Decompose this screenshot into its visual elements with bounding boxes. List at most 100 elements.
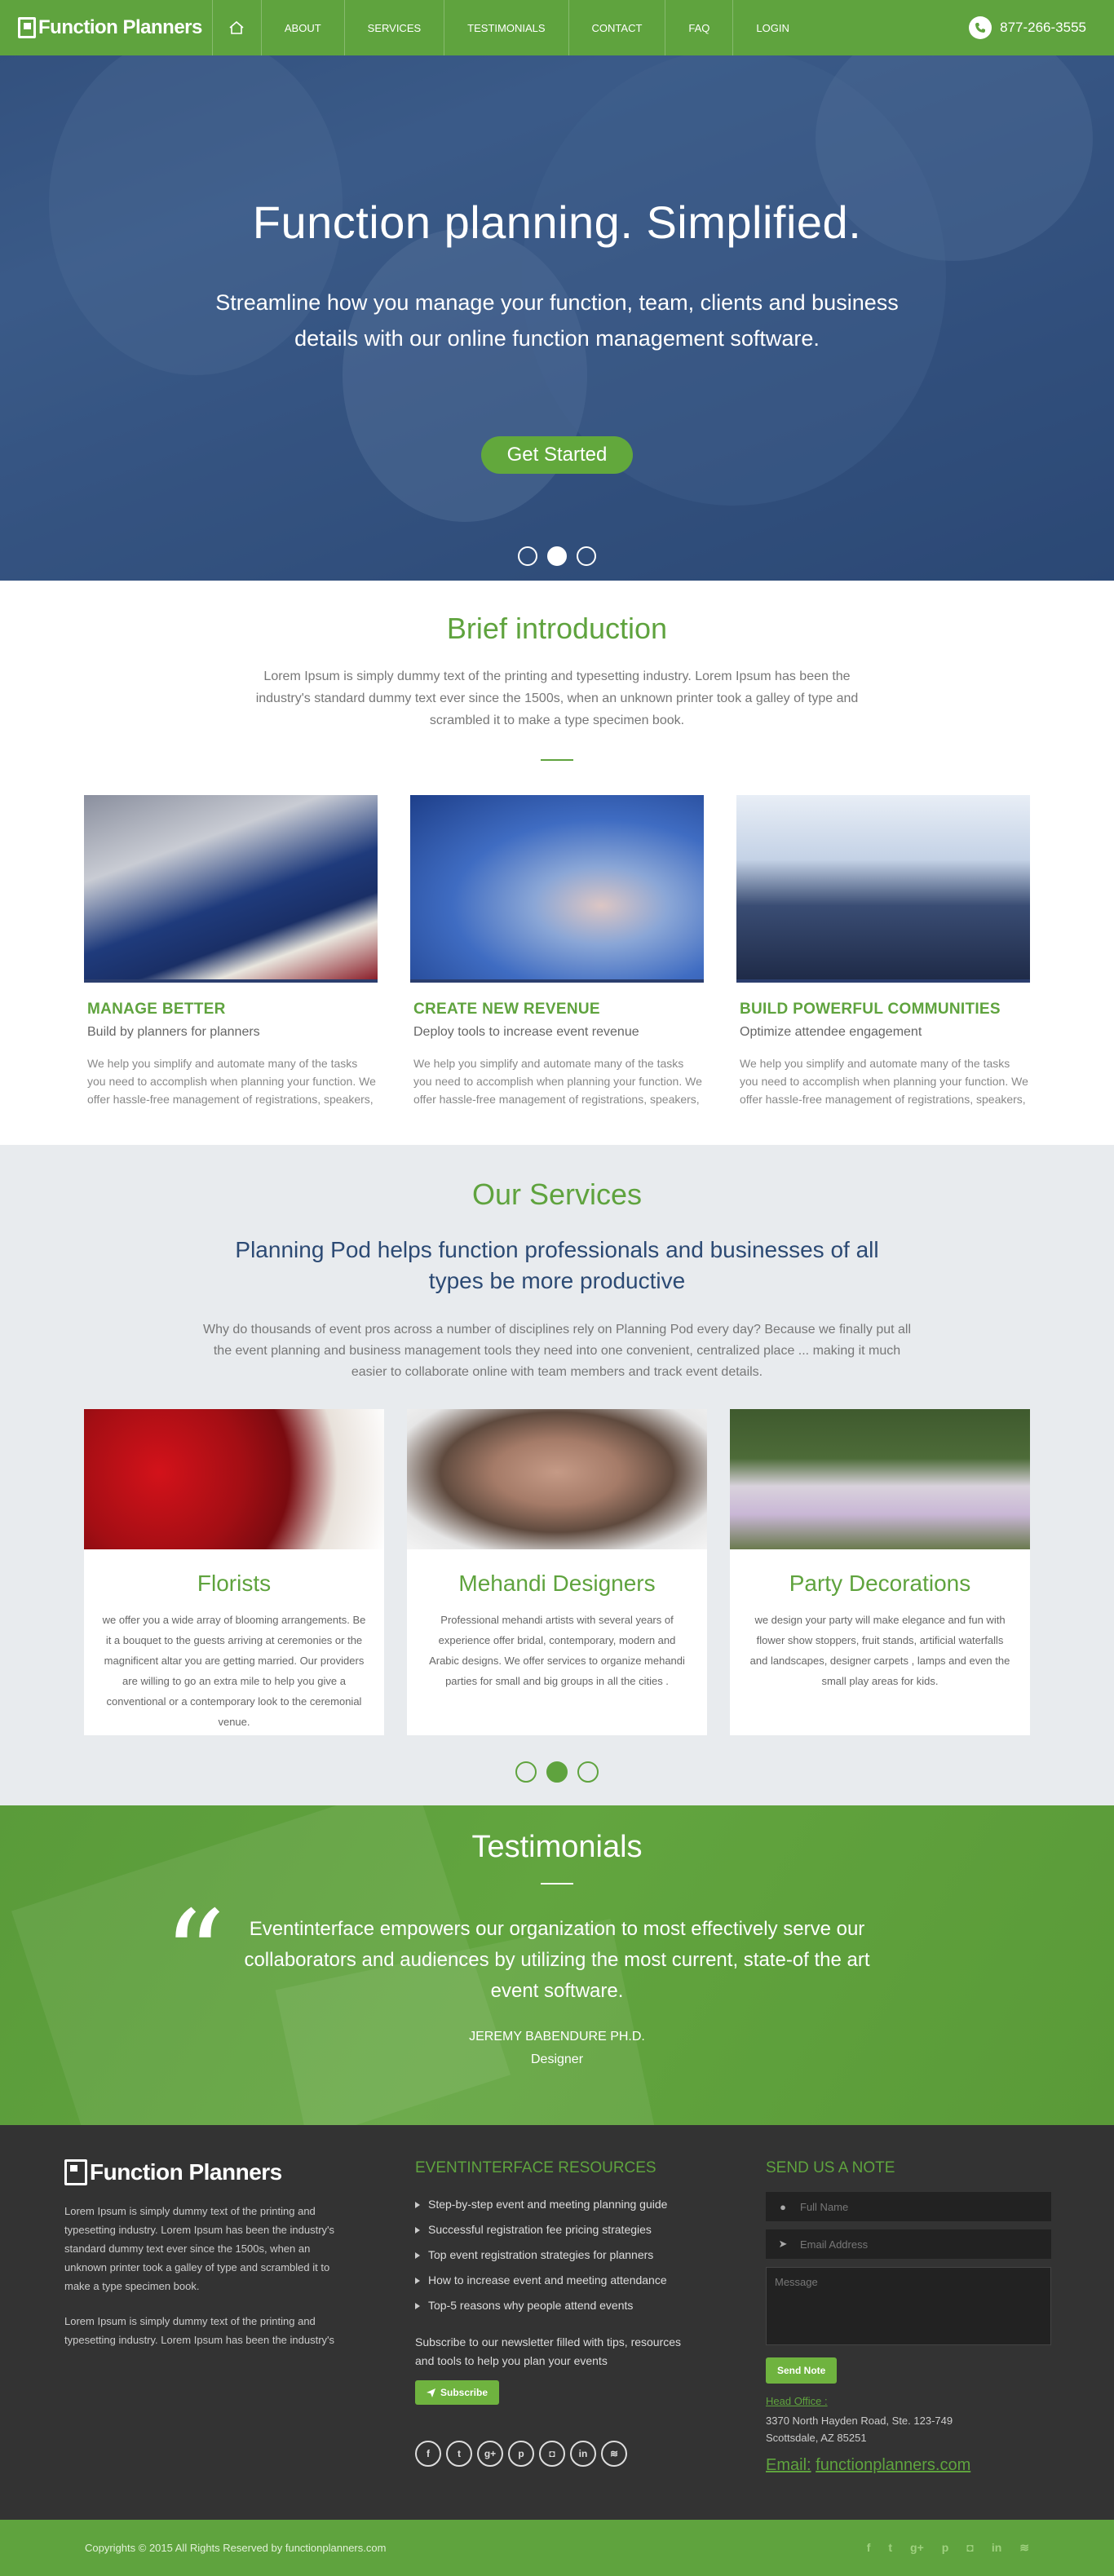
slider-dot[interactable] [577,1761,599,1783]
resource-link[interactable]: How to increase event and meeting attend… [415,2268,699,2293]
footer: Function Planners Lorem Ipsum is simply … [0,2125,1114,2520]
nav-item-about[interactable]: ABOUT [262,0,345,55]
footer-email: Email: functionplanners.com [766,2456,1050,2475]
email-field[interactable]: ➤ [766,2229,1051,2259]
testimonials-title: Testimonials [471,1830,643,1864]
nav-item-services[interactable]: SERVICES [345,0,445,55]
footer-logo-text: Function Planners [90,2159,282,2185]
send-note-button[interactable]: Send Note [766,2357,838,2384]
google-plus-icon[interactable]: g+ [910,2541,924,2555]
feature-title: MANAGE BETTER [87,1001,226,1018]
bottom-social-links: f t g+ p ◘ in ≋ [867,2541,1029,2555]
office-address: 3370 North Hayden Road, Ste. 123-749 Sco… [766,2412,1050,2446]
feature-text: We help you simplify and automate many o… [740,1057,1028,1106]
intro-text: Lorem Ipsum is simply dummy text of the … [255,669,859,727]
pinterest-icon[interactable]: p [942,2541,949,2555]
copyright-text: Copyrights © 2015 All Rights Reserved by… [85,2542,387,2554]
footer-about-column: Function Planners Lorem Ipsum is simply … [64,2159,348,2520]
nav-item-faq[interactable]: FAQ [665,0,734,55]
logo[interactable]: Function Planners [0,0,213,55]
slider-dot-active[interactable] [546,1761,568,1783]
feature-tagline: Build by planners for planners [87,1025,260,1039]
message-textarea[interactable] [766,2267,1051,2345]
service-card-decorations[interactable]: Party Decorations we design your party w… [730,1409,1030,1735]
henna-hand-image [407,1409,707,1549]
slider-dot[interactable] [518,546,537,566]
slider-dot[interactable] [515,1761,537,1783]
service-title: Florists [197,1571,272,1596]
instagram-icon[interactable]: ◘ [966,2541,973,2555]
nav-item-testimonials[interactable]: TESTIMONIALS [444,0,569,55]
hero-slider-dots [0,546,1114,566]
divider [541,759,573,761]
paper-plane-icon: ➤ [778,2238,788,2250]
service-text: we design your party will make elegance … [749,1614,1010,1687]
footer-about-text: Lorem Ipsum is simply dummy text of the … [64,2205,335,2292]
feature-text: We help you simplify and automate many o… [87,1057,376,1106]
footer-about-text: Lorem Ipsum is simply dummy text of the … [64,2315,335,2346]
phone-contact[interactable]: 877-266-3555 [969,16,1086,39]
address-line: 3370 North Hayden Road, Ste. 123-749 [766,2415,953,2427]
send-icon [427,2388,435,2397]
divider [541,1883,573,1885]
feature-title: CREATE NEW REVENUE [413,1001,600,1018]
services-subtitle: Planning Pod helps function professional… [235,1237,879,1293]
twitter-icon[interactable]: t [446,2441,472,2467]
phone-icon [969,16,992,39]
twitter-icon[interactable]: t [888,2541,892,2555]
rss-icon[interactable]: ≋ [601,2441,627,2467]
facebook-icon[interactable]: f [415,2441,441,2467]
newsletter-text: Subscribe to our newsletter filled with … [415,2335,682,2367]
logo-mark-icon [18,17,36,38]
service-text: we offer you a wide array of blooming ar… [102,1614,366,1728]
facebook-icon[interactable]: f [867,2541,871,2555]
contact-title: SEND US A NOTE [766,2159,895,2176]
intro-title: Brief introduction [446,612,668,645]
google-plus-icon[interactable]: g+ [477,2441,503,2467]
touch-screen-image [410,795,704,983]
resource-link[interactable]: Successful registration fee pricing stra… [415,2217,699,2242]
pinterest-icon[interactable]: p [508,2441,534,2467]
email-input[interactable] [800,2238,1028,2251]
social-links: f t g+ p ◘ in ≋ [415,2441,699,2467]
services-title: Our Services [471,1178,643,1211]
conference-table-image [84,795,378,983]
feature-tagline: Optimize attendee engagement [740,1025,922,1039]
business-crowd-image [736,795,1030,983]
feature-tagline: Deploy tools to increase event revenue [413,1025,639,1039]
instagram-icon[interactable]: ◘ [539,2441,565,2467]
user-icon: ● [780,2200,786,2213]
email-link[interactable]: functionplanners.com [816,2456,970,2474]
get-started-button[interactable]: Get Started [480,436,634,474]
full-name-input[interactable] [800,2200,1028,2213]
service-card-florists[interactable]: Florists we offer you a wide array of bl… [84,1409,384,1735]
slider-dot[interactable] [577,546,596,566]
footer-logo[interactable]: Function Planners [64,2159,348,2185]
nav-item-login[interactable]: LOGIN [733,0,811,55]
quote-icon: “ [163,1885,226,2027]
hero-content: Function planning. Simplified. Streamlin… [0,196,1114,474]
head-office-label: Head Office : [766,2395,828,2407]
feature-title: BUILD POWERFUL COMMUNITIES [740,1001,1001,1018]
intro-section: Brief introduction Lorem Ipsum is simply… [0,581,1114,1145]
linkedin-icon[interactable]: in [570,2441,596,2467]
logo-mark-icon [64,2159,87,2185]
service-card-mehandi[interactable]: Mehandi Designers Professional mehandi a… [407,1409,707,1735]
nav-home-button[interactable] [213,0,262,55]
resource-link[interactable]: Top-5 reasons why people attend events [415,2293,699,2318]
subscribe-button[interactable]: Subscribe [415,2380,500,2405]
phone-number: 877-266-3555 [1000,20,1086,35]
slider-dot-active[interactable] [547,546,567,566]
subscribe-label: Subscribe [440,2387,488,2398]
feature-list: MANAGE BETTER Build by planners for plan… [0,795,1114,1108]
linkedin-icon[interactable]: in [992,2541,1001,2555]
nav-item-contact[interactable]: CONTACT [569,0,666,55]
services-slider-dots [0,1761,1114,1783]
service-text: Professional mehandi artists with severa… [429,1614,685,1687]
full-name-field[interactable]: ● [766,2192,1051,2221]
footer-resources-column: EVENTINTERFACE RESOURCES Step-by-step ev… [415,2159,699,2520]
resources-title: EVENTINTERFACE RESOURCES [415,2159,656,2176]
rss-icon[interactable]: ≋ [1019,2541,1029,2555]
resource-link[interactable]: Top event registration strategies for pl… [415,2242,699,2268]
resource-link[interactable]: Step-by-step event and meeting planning … [415,2192,699,2217]
